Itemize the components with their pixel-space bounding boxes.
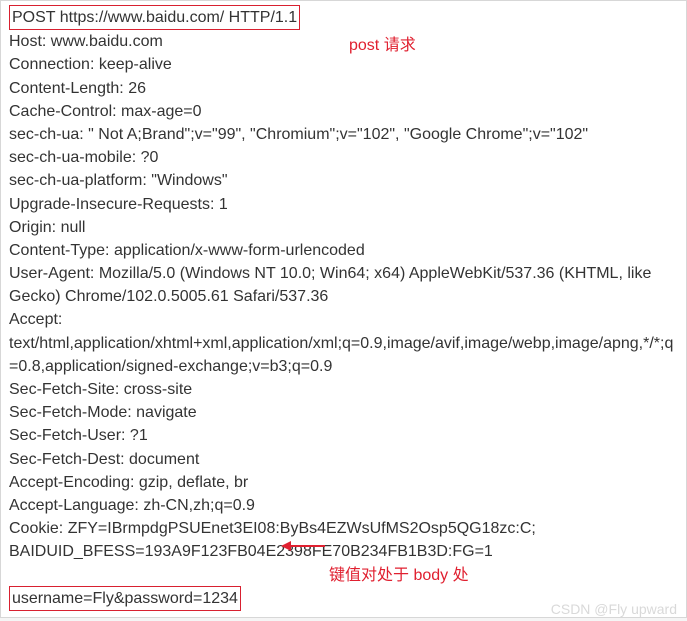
header-line: sec-ch-ua-mobile: ?0 bbox=[9, 146, 678, 169]
header-line: Origin: null bbox=[9, 216, 678, 239]
watermark: CSDN @Fly upward bbox=[551, 601, 677, 617]
request-line: POST https://www.baidu.com/ HTTP/1.1 bbox=[12, 9, 297, 26]
body-line-box: username=Fly&password=1234 bbox=[9, 586, 241, 611]
header-line: Connection: keep-alive bbox=[9, 53, 678, 76]
request-line-box: POST https://www.baidu.com/ HTTP/1.1 bbox=[9, 5, 300, 30]
header-line: sec-ch-ua: " Not A;Brand";v="99", "Chrom… bbox=[9, 123, 678, 146]
http-request-panel: POST https://www.baidu.com/ HTTP/1.1 Hos… bbox=[0, 0, 687, 618]
header-line: Accept-Language: zh-CN,zh;q=0.9 bbox=[9, 494, 678, 517]
header-line: Cookie: ZFY=IBrmpdgPSUEnet3EI08:ByBs4EZW… bbox=[9, 517, 678, 563]
header-line: Sec-Fetch-Dest: document bbox=[9, 448, 678, 471]
header-line: sec-ch-ua-platform: "Windows" bbox=[9, 169, 678, 192]
header-line: Sec-Fetch-Site: cross-site bbox=[9, 378, 678, 401]
header-line: Host: www.baidu.com bbox=[9, 30, 678, 53]
annotation-body-label: 键值对处于 body 处 bbox=[329, 561, 469, 585]
header-line: Cache-Control: max-age=0 bbox=[9, 100, 678, 123]
header-line: Accept-Encoding: gzip, deflate, br bbox=[9, 471, 678, 494]
header-line: User-Agent: Mozilla/5.0 (Windows NT 10.0… bbox=[9, 262, 678, 308]
header-line: Sec-Fetch-User: ?1 bbox=[9, 424, 678, 447]
header-line: Sec-Fetch-Mode: navigate bbox=[9, 401, 678, 424]
http-text-content: POST https://www.baidu.com/ HTTP/1.1 Hos… bbox=[1, 1, 686, 615]
arrow-icon bbox=[279, 536, 327, 556]
header-line: Content-Length: 26 bbox=[9, 77, 678, 100]
request-body: username=Fly&password=1234 bbox=[12, 590, 238, 607]
annotation-post-label: post 请求 bbox=[349, 31, 416, 55]
header-line: Accept: text/html,application/xhtml+xml,… bbox=[9, 308, 678, 378]
header-line: Upgrade-Insecure-Requests: 1 bbox=[9, 193, 678, 216]
header-line: Content-Type: application/x-www-form-url… bbox=[9, 239, 678, 262]
